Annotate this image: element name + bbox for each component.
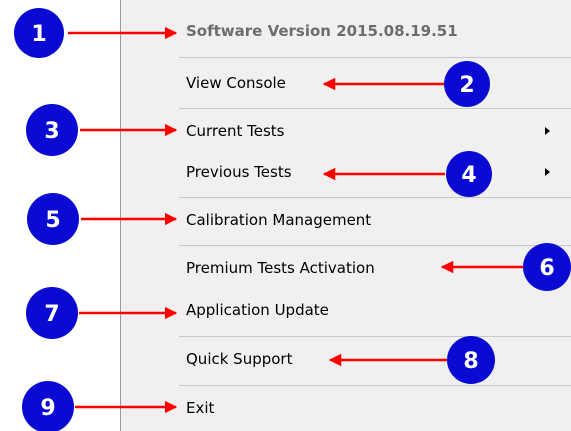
menu-item-previous-tests[interactable]: Previous Tests [186,162,292,182]
svg-text:4: 4 [461,163,476,188]
submenu-arrow-icon [545,168,550,176]
menu-item-application-update[interactable]: Application Update [186,300,329,320]
menu-item-exit[interactable]: Exit [186,398,214,418]
menu-item-current-tests[interactable]: Current Tests [186,121,284,141]
menu-separator [179,385,571,386]
callout-badge-3: 3 [26,104,78,156]
menu-separator [179,108,571,109]
callout-badge-2: 2 [444,61,490,107]
menu-item-view-console[interactable]: View Console [186,73,286,93]
menu-item-quick-support[interactable]: Quick Support [186,349,292,369]
callout-badge-4: 4 [446,151,492,197]
callout-badge-5: 5 [27,193,79,245]
svg-text:2: 2 [459,73,474,98]
menu-separator [179,245,571,246]
callout-badge-8: 8 [447,336,495,384]
callout-badge-6: 6 [523,243,571,291]
svg-text:8: 8 [463,349,478,374]
svg-text:3: 3 [44,119,59,144]
menu-separator [179,57,571,58]
svg-text:7: 7 [44,302,59,327]
menu-separator [179,336,571,337]
callout-badge-7: 7 [26,287,78,339]
svg-text:6: 6 [539,256,554,281]
menu-separator [179,197,571,198]
callout-badge-1: 1 [14,8,64,58]
callout-badge-9: 9 [22,381,74,431]
menu-item-calibration-management[interactable]: Calibration Management [186,210,371,230]
menu-item-software-version: Software Version 2015.08.19.51 [186,22,458,40]
context-menu: Software Version 2015.08.19.51 View Cons… [120,0,571,431]
svg-text:9: 9 [40,396,55,421]
menu-item-premium-tests-activation[interactable]: Premium Tests Activation [186,258,375,278]
svg-text:5: 5 [45,208,60,233]
submenu-arrow-icon [545,127,550,135]
svg-text:1: 1 [31,22,46,47]
